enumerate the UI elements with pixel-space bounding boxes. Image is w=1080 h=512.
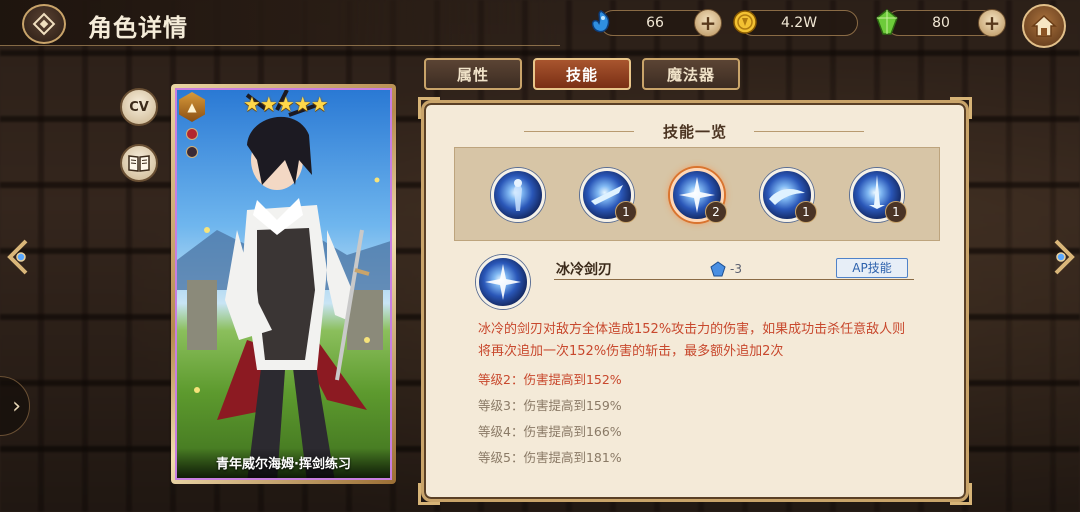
skill-list: 1 2 1 1 <box>454 147 940 241</box>
panel-corner-ornament <box>418 97 440 119</box>
character-skill-icon[interactable] <box>491 168 545 222</box>
character-card[interactable]: ▲ ★★★★★ 青年威尔海姆·挥剑练习 <box>171 84 396 484</box>
ice-blade-skill-icon[interactable]: 2 <box>670 168 727 223</box>
character-name-caption: 青年威尔海姆·挥剑练习 <box>177 448 390 478</box>
dark-gem-slot-icon <box>186 146 198 158</box>
skill-level-line: 等级3：伤害提高到159% <box>478 398 622 413</box>
panel-corner-ornament <box>950 97 972 119</box>
ice-wave-skill-icon[interactable]: 1 <box>760 168 817 223</box>
panel-corner-ornament <box>950 483 972 505</box>
left-arrow-icon <box>7 239 28 275</box>
header-bar: 角色详情 <box>0 0 560 46</box>
skill-description: 冰冷的剑刃对敌方全体造成152%攻击力的伤害，如果成功击杀任意敌人则将再次追加一… <box>478 322 906 359</box>
previous-character-arrow[interactable] <box>4 234 34 280</box>
character-portrait-illustration <box>177 90 390 478</box>
cv-label: CV <box>129 99 149 115</box>
skill-level-line: 等级2：伤害提高到152% <box>478 372 622 387</box>
gold-coin-icon <box>730 7 760 37</box>
skill-list-title: 技能一览 <box>662 123 727 141</box>
skill-level-badge: 1 <box>795 201 817 223</box>
next-character-arrow[interactable] <box>1048 234 1078 280</box>
skill-level-badge: 1 <box>615 201 637 223</box>
cv-voice-button[interactable]: CV <box>120 88 158 126</box>
green-gem-icon <box>872 7 902 37</box>
chevron-right-icon: › <box>12 393 21 419</box>
tab-magic-device-label: 魔法器 <box>666 65 715 84</box>
book-icon <box>128 155 150 172</box>
ap-cost-value: -3 <box>730 262 742 276</box>
skill-panel: 技能一览 1 2 1 1 冰冷剑刃 -3 AP技能 冰冷的剑刃对敌方全体造成15… <box>418 97 972 505</box>
add-green-gem-button[interactable]: + <box>978 9 1006 37</box>
tab-skills[interactable]: 技能 <box>533 58 631 90</box>
skill-level-line: 等级5：伤害提高到181% <box>478 450 622 465</box>
home-button[interactable] <box>1022 4 1066 48</box>
tab-attributes[interactable]: 属性 <box>424 58 522 90</box>
skill-name-underline <box>554 279 914 280</box>
skill-type-badge: AP技能 <box>836 258 908 278</box>
skill-level-badge: 1 <box>885 201 907 223</box>
currency-blue-crystal-value: 66 <box>646 15 664 31</box>
page-title: 角色详情 <box>88 14 188 42</box>
title-divider <box>754 131 864 132</box>
currency-gold-value: 4.2W <box>780 15 818 31</box>
ice-sword-skill-icon[interactable]: 1 <box>850 168 907 223</box>
red-gem-slot-icon <box>186 128 198 140</box>
ice-slash-skill-icon[interactable]: 1 <box>580 168 637 223</box>
profile-book-button[interactable] <box>120 144 158 182</box>
tab-skills-label: 技能 <box>565 65 598 84</box>
panel-corner-ornament <box>418 483 440 505</box>
home-icon <box>1031 14 1057 37</box>
back-button[interactable] <box>22 4 66 44</box>
back-diamond-icon <box>32 12 56 36</box>
skill-level-badge: 2 <box>705 201 727 223</box>
right-arrow-icon <box>1054 239 1075 275</box>
rarity-stars: ★★★★★ <box>243 92 329 116</box>
skill-name: 冰冷剑刃 <box>556 262 612 278</box>
tab-attributes-label: 属性 <box>456 65 489 84</box>
ap-crystal-icon <box>710 261 726 277</box>
skill-level-line: 等级4：伤害提高到166% <box>478 424 622 439</box>
selected-skill-icon <box>476 255 530 309</box>
add-blue-crystal-button[interactable]: + <box>694 9 722 37</box>
blue-crystal-icon <box>586 7 616 37</box>
tab-magic-device[interactable]: 魔法器 <box>642 58 740 90</box>
currency-green-gem-value: 80 <box>932 15 950 31</box>
character-card-art: ▲ ★★★★★ 青年威尔海姆·挥剑练习 <box>175 88 392 480</box>
ap-cost: -3 <box>710 261 742 277</box>
